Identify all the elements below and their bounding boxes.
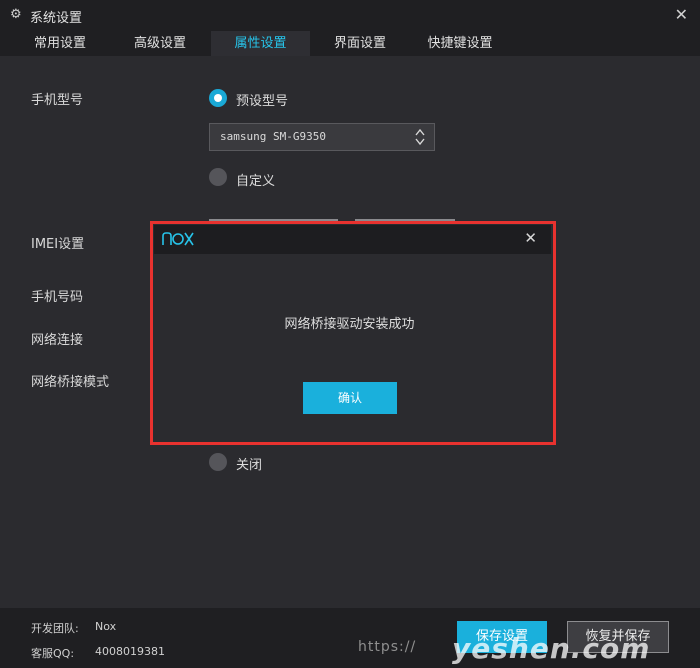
watermark-url: https://	[358, 639, 417, 655]
model-select-value: samsung SM-G9350	[220, 130, 326, 143]
svg-text:nox: nox	[161, 231, 163, 232]
tab-property-settings[interactable]: 属性设置	[211, 31, 310, 56]
phone-model-label: 手机型号	[31, 93, 84, 108]
success-dialog: nox ✕ 网络桥接驱动安装成功 确认	[154, 225, 551, 440]
footer: 开发团队: Nox 客服QQ: 4008019381 保存设置 恢复并保存 ht…	[0, 608, 700, 668]
dialog-header: nox ✕	[154, 225, 551, 254]
tab-interface-settings[interactable]: 界面设置	[314, 31, 406, 56]
model-select[interactable]: samsung SM-G9350	[209, 123, 435, 151]
preset-model-radio[interactable]	[209, 89, 227, 107]
bridge-mode-label: 网络桥接模式	[31, 375, 110, 390]
imei-label: IMEI设置	[31, 237, 85, 252]
qq-value: 4008019381	[95, 645, 165, 658]
tab-bar: 常用设置 高级设置 属性设置 界面设置 快捷键设置	[0, 31, 700, 56]
custom-model-label: 自定义	[236, 174, 276, 189]
confirm-button[interactable]: 确认	[303, 382, 397, 414]
bridge-off-label: 关闭	[236, 458, 263, 473]
tab-advanced-settings[interactable]: 高级设置	[114, 31, 206, 56]
watermark-logo: yeshen.com	[452, 632, 651, 665]
bridge-off-radio[interactable]	[209, 453, 227, 471]
network-connection-label: 网络连接	[31, 333, 84, 348]
phone-number-label: 手机号码	[31, 290, 84, 305]
select-arrows-icon	[415, 128, 425, 146]
window-title: 系统设置	[30, 11, 83, 26]
title-bar: ⚙ 系统设置 ✕	[0, 0, 700, 31]
team-value: Nox	[95, 620, 117, 633]
team-label: 开发团队:	[31, 622, 79, 635]
nox-logo-icon: nox	[161, 231, 194, 246]
dialog-close-icon[interactable]: ✕	[524, 229, 537, 247]
tab-common-settings[interactable]: 常用设置	[14, 31, 106, 56]
window-close-icon[interactable]: ✕	[675, 5, 688, 24]
preset-model-label: 预设型号	[236, 94, 289, 109]
custom-model-radio[interactable]	[209, 168, 227, 186]
dialog-message: 网络桥接驱动安装成功	[284, 317, 415, 332]
tab-shortcut-settings[interactable]: 快捷键设置	[414, 31, 506, 56]
qq-label: 客服QQ:	[31, 647, 75, 660]
gear-icon: ⚙	[10, 7, 22, 22]
